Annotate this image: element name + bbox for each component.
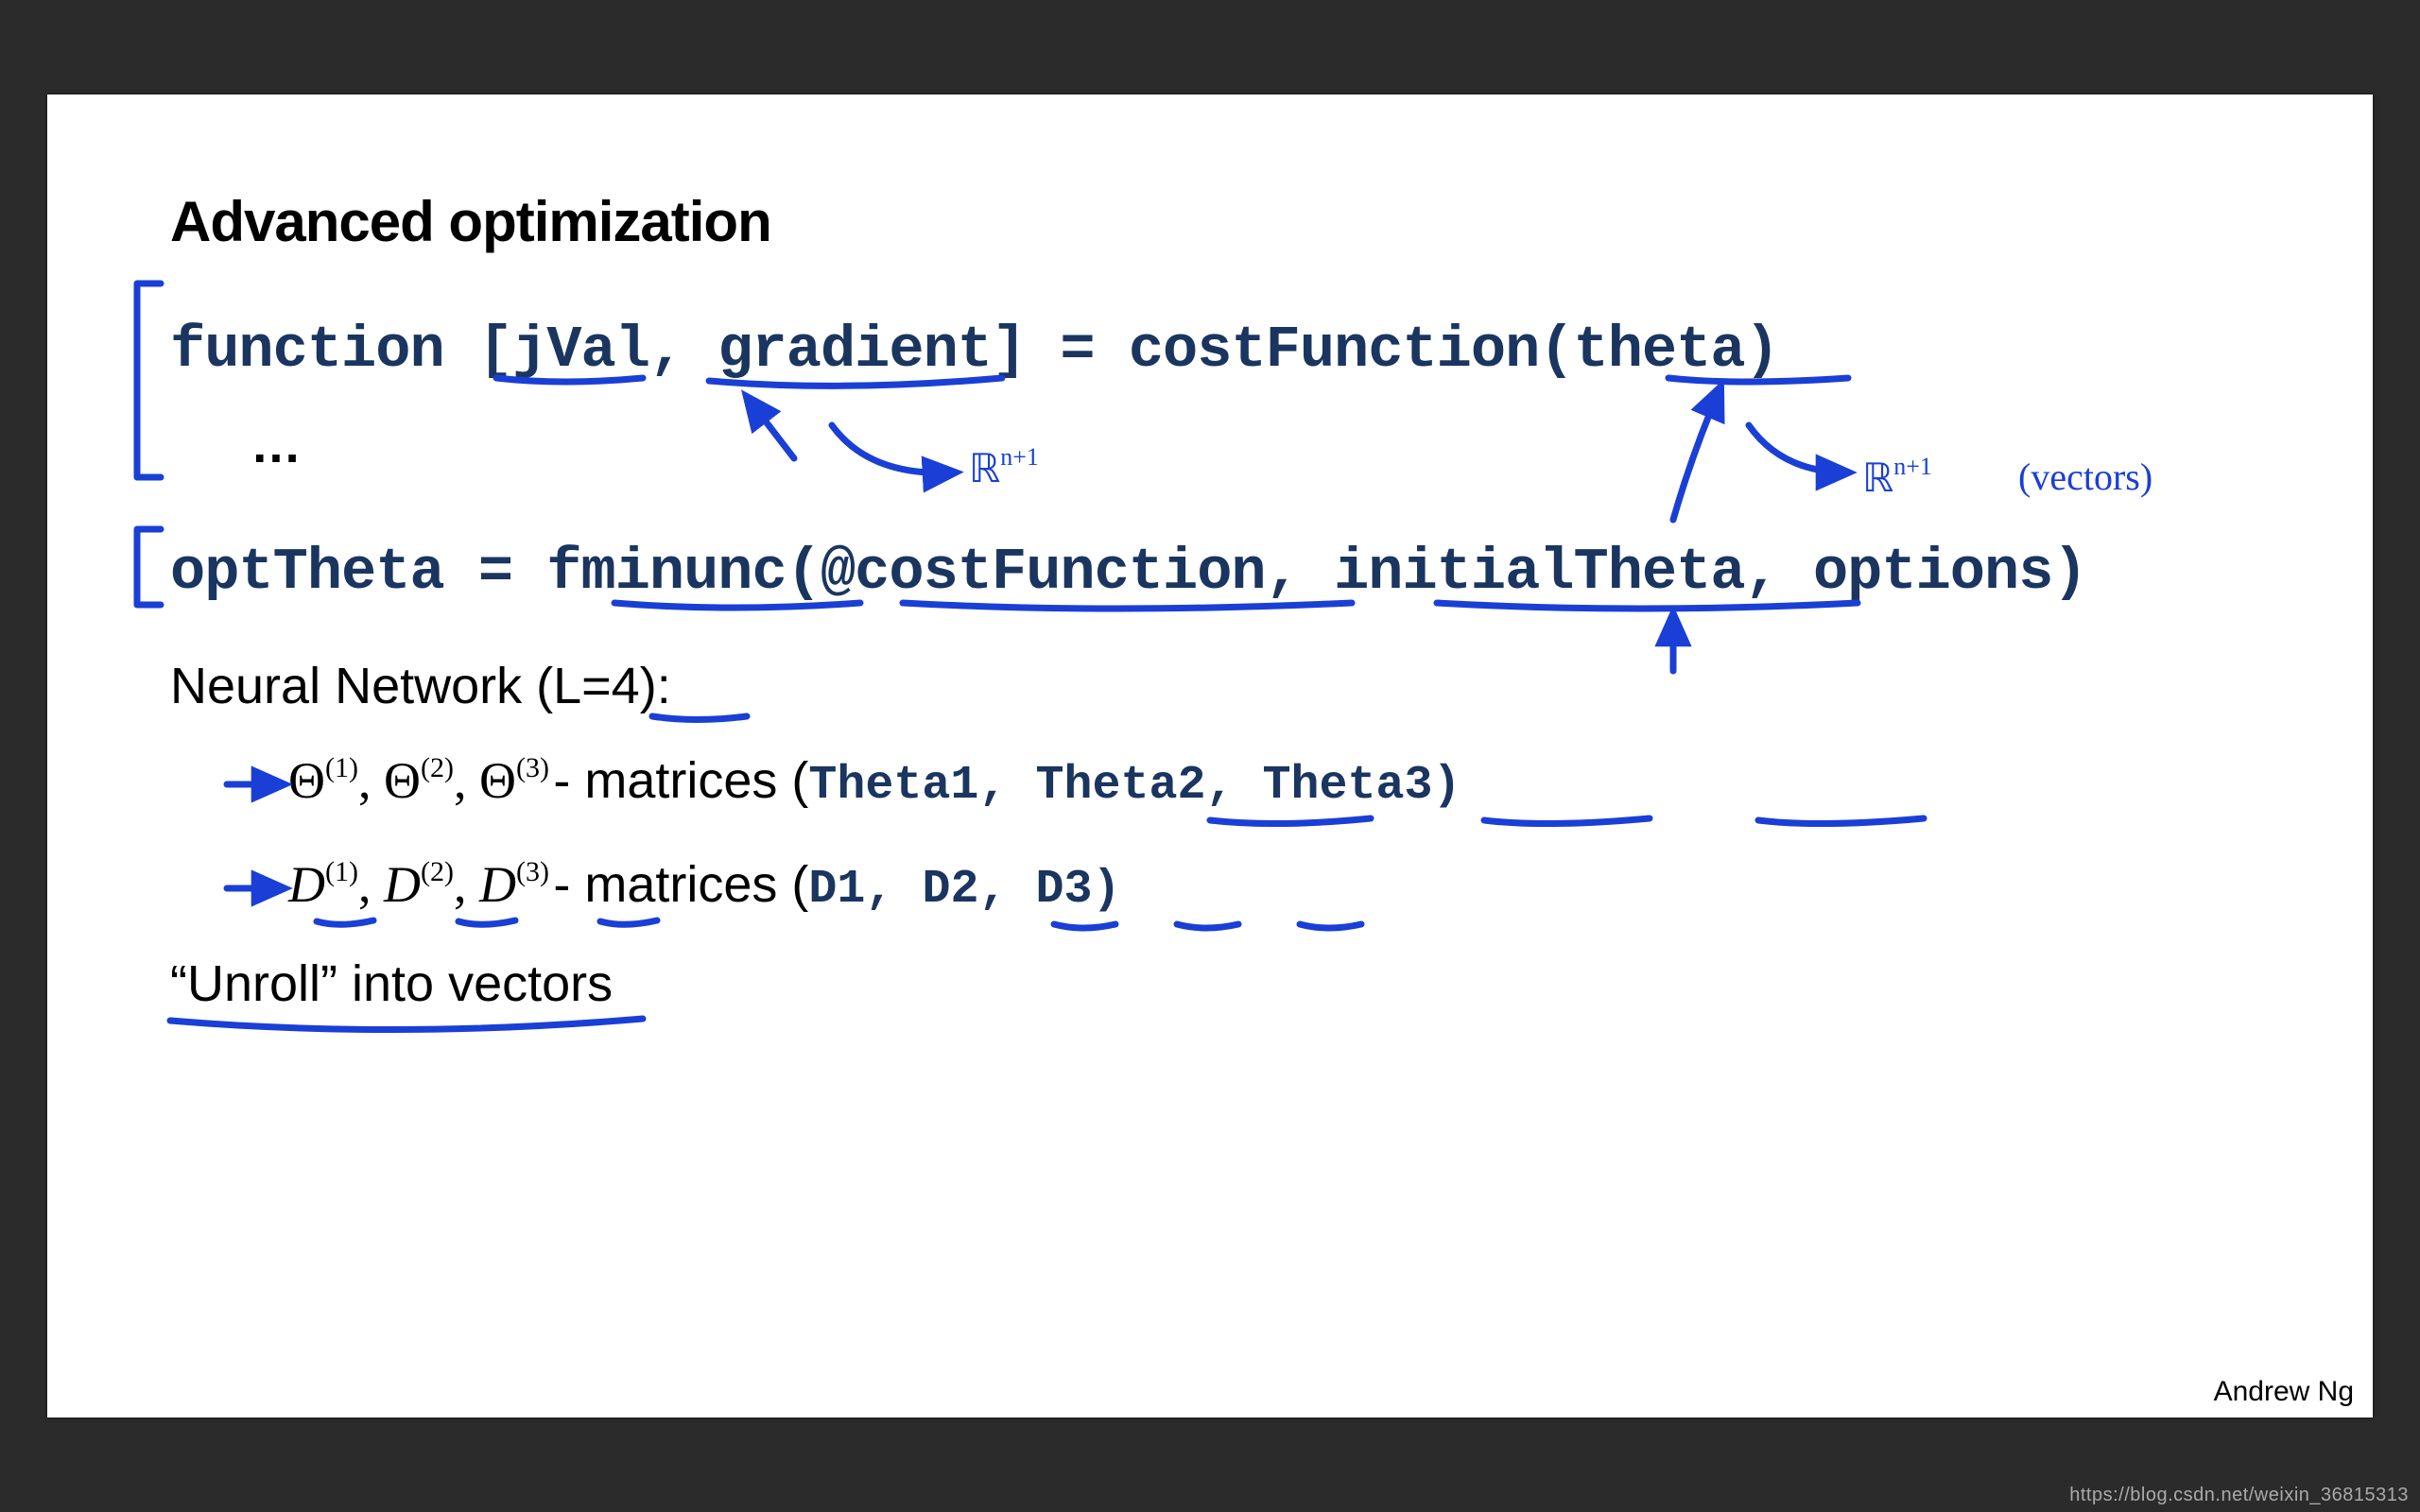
sep2: , — [454, 752, 479, 809]
close-d: ) — [1092, 863, 1120, 917]
comma-options: , options) — [1745, 539, 2087, 606]
hand-Rn1-a: ℝn+1 — [969, 443, 1039, 491]
comma: , — [649, 317, 717, 384]
nn-L: L=4 — [553, 658, 640, 714]
paren-close: ) — [1745, 317, 1779, 384]
bracket-annot-2 — [137, 529, 161, 605]
bracket-close: ] — [992, 317, 1026, 384]
theta-sym-3: Θ — [479, 752, 516, 809]
bracket-open: [ — [478, 317, 512, 384]
D3-ident: D3 — [1035, 863, 1092, 917]
Theta3-ident: Theta3 — [1263, 759, 1433, 813]
Theta2-ident: Theta2 — [1035, 759, 1205, 813]
hand-vectors: (vectors) — [2018, 455, 2152, 498]
arrow-to-gradient — [747, 397, 794, 458]
nn-header-a: Neural Network ( — [170, 658, 553, 714]
at-costfn: @costFunction — [821, 539, 1266, 606]
theta-matrices-label: - matrices ( — [553, 752, 808, 809]
jval-ident: jVal — [512, 317, 649, 384]
eq-costfn: = costFunction( — [1026, 317, 1573, 384]
sup-2a: (2) — [421, 752, 454, 783]
underline-D3sym — [600, 920, 657, 924]
sup-3a: (3) — [516, 752, 549, 783]
gradient-ident: gradient — [717, 317, 992, 384]
sep3: , — [358, 856, 384, 913]
D-matrices-label: - matrices ( — [553, 856, 808, 913]
arrow-to-Rn1-a — [832, 425, 955, 472]
underline-D2 — [1177, 924, 1238, 928]
initialtheta-ident: initialTheta — [1334, 539, 1744, 606]
watermark-url: https://blog.csdn.net/weixin_36815313 — [2069, 1485, 2409, 1506]
author-credit: Andrew Ng — [2214, 1376, 2354, 1408]
D2-ident: D2 — [922, 863, 978, 917]
theta-row: Θ(1), Θ(2), Θ(3) - matrices (Theta1, The… — [288, 751, 1461, 813]
code-line-2: optTheta = fminunc(@costFunction, initia… — [170, 539, 2087, 606]
hand-Rn1-b: ℝn+1 — [1862, 453, 1932, 501]
close-t: ) — [1433, 759, 1461, 813]
nn-header: Neural Network (L=4): — [170, 657, 671, 715]
D-sym-1: D — [288, 856, 325, 913]
D1-ident: D1 — [808, 863, 865, 917]
theta-sym-2: Θ — [384, 752, 421, 809]
underline-D3 — [1300, 924, 1361, 928]
nn-header-b: ): — [640, 658, 671, 714]
underline-D1sym — [317, 920, 373, 924]
slide-title: Advanced optimization — [170, 189, 771, 254]
sup-1b: (1) — [325, 856, 358, 887]
sep1: , — [358, 752, 384, 809]
sep-d1: , — [865, 863, 922, 917]
sup-3b: (3) — [516, 856, 549, 887]
d-row: D(1), D(2), D(3) - matrices (D1, D2, D3) — [288, 855, 1121, 917]
paren-open-2: ( — [786, 539, 821, 606]
sep-t1: , — [978, 759, 1035, 813]
sep-d2: , — [978, 863, 1035, 917]
ellipsis: … — [251, 416, 304, 474]
sep4: , — [454, 856, 479, 913]
theta-ident: theta — [1574, 317, 1745, 384]
arrow-to-Rn1-b — [1749, 425, 1848, 472]
underline-D1 — [1054, 924, 1115, 928]
kw-function: function — [170, 317, 478, 384]
underline-L4 — [652, 716, 747, 720]
underline-Theta2 — [1484, 818, 1650, 824]
sup-1a: (1) — [325, 752, 358, 783]
sup-2b: (2) — [421, 856, 454, 887]
comma-2: , — [1266, 539, 1334, 606]
D-sym-3: D — [479, 856, 516, 913]
theta-sym-1: Θ — [288, 752, 325, 809]
D-sym-2: D — [384, 856, 421, 913]
code-line-1: function [jVal, gradient] = costFunction… — [170, 317, 1779, 384]
underline-unroll — [170, 1019, 643, 1030]
slide-card: Advanced optimization function [jVal, gr… — [47, 94, 2373, 1418]
underline-D2sym — [458, 920, 515, 924]
unroll-text: “Unroll” into vectors — [170, 954, 613, 1013]
arrow-initialtheta-to-theta — [1673, 387, 1720, 520]
Theta1-ident: Theta1 — [808, 759, 978, 813]
slide-inner: Advanced optimization function [jVal, gr… — [47, 94, 2373, 1418]
underline-Theta1 — [1210, 818, 1371, 824]
opt-lhs: optTheta = — [170, 539, 546, 606]
sep-t2: , — [1205, 759, 1262, 813]
fminunc-ident: fminunc — [546, 539, 786, 606]
underline-Theta3 — [1758, 818, 1924, 824]
bracket-annot-1 — [137, 284, 161, 477]
